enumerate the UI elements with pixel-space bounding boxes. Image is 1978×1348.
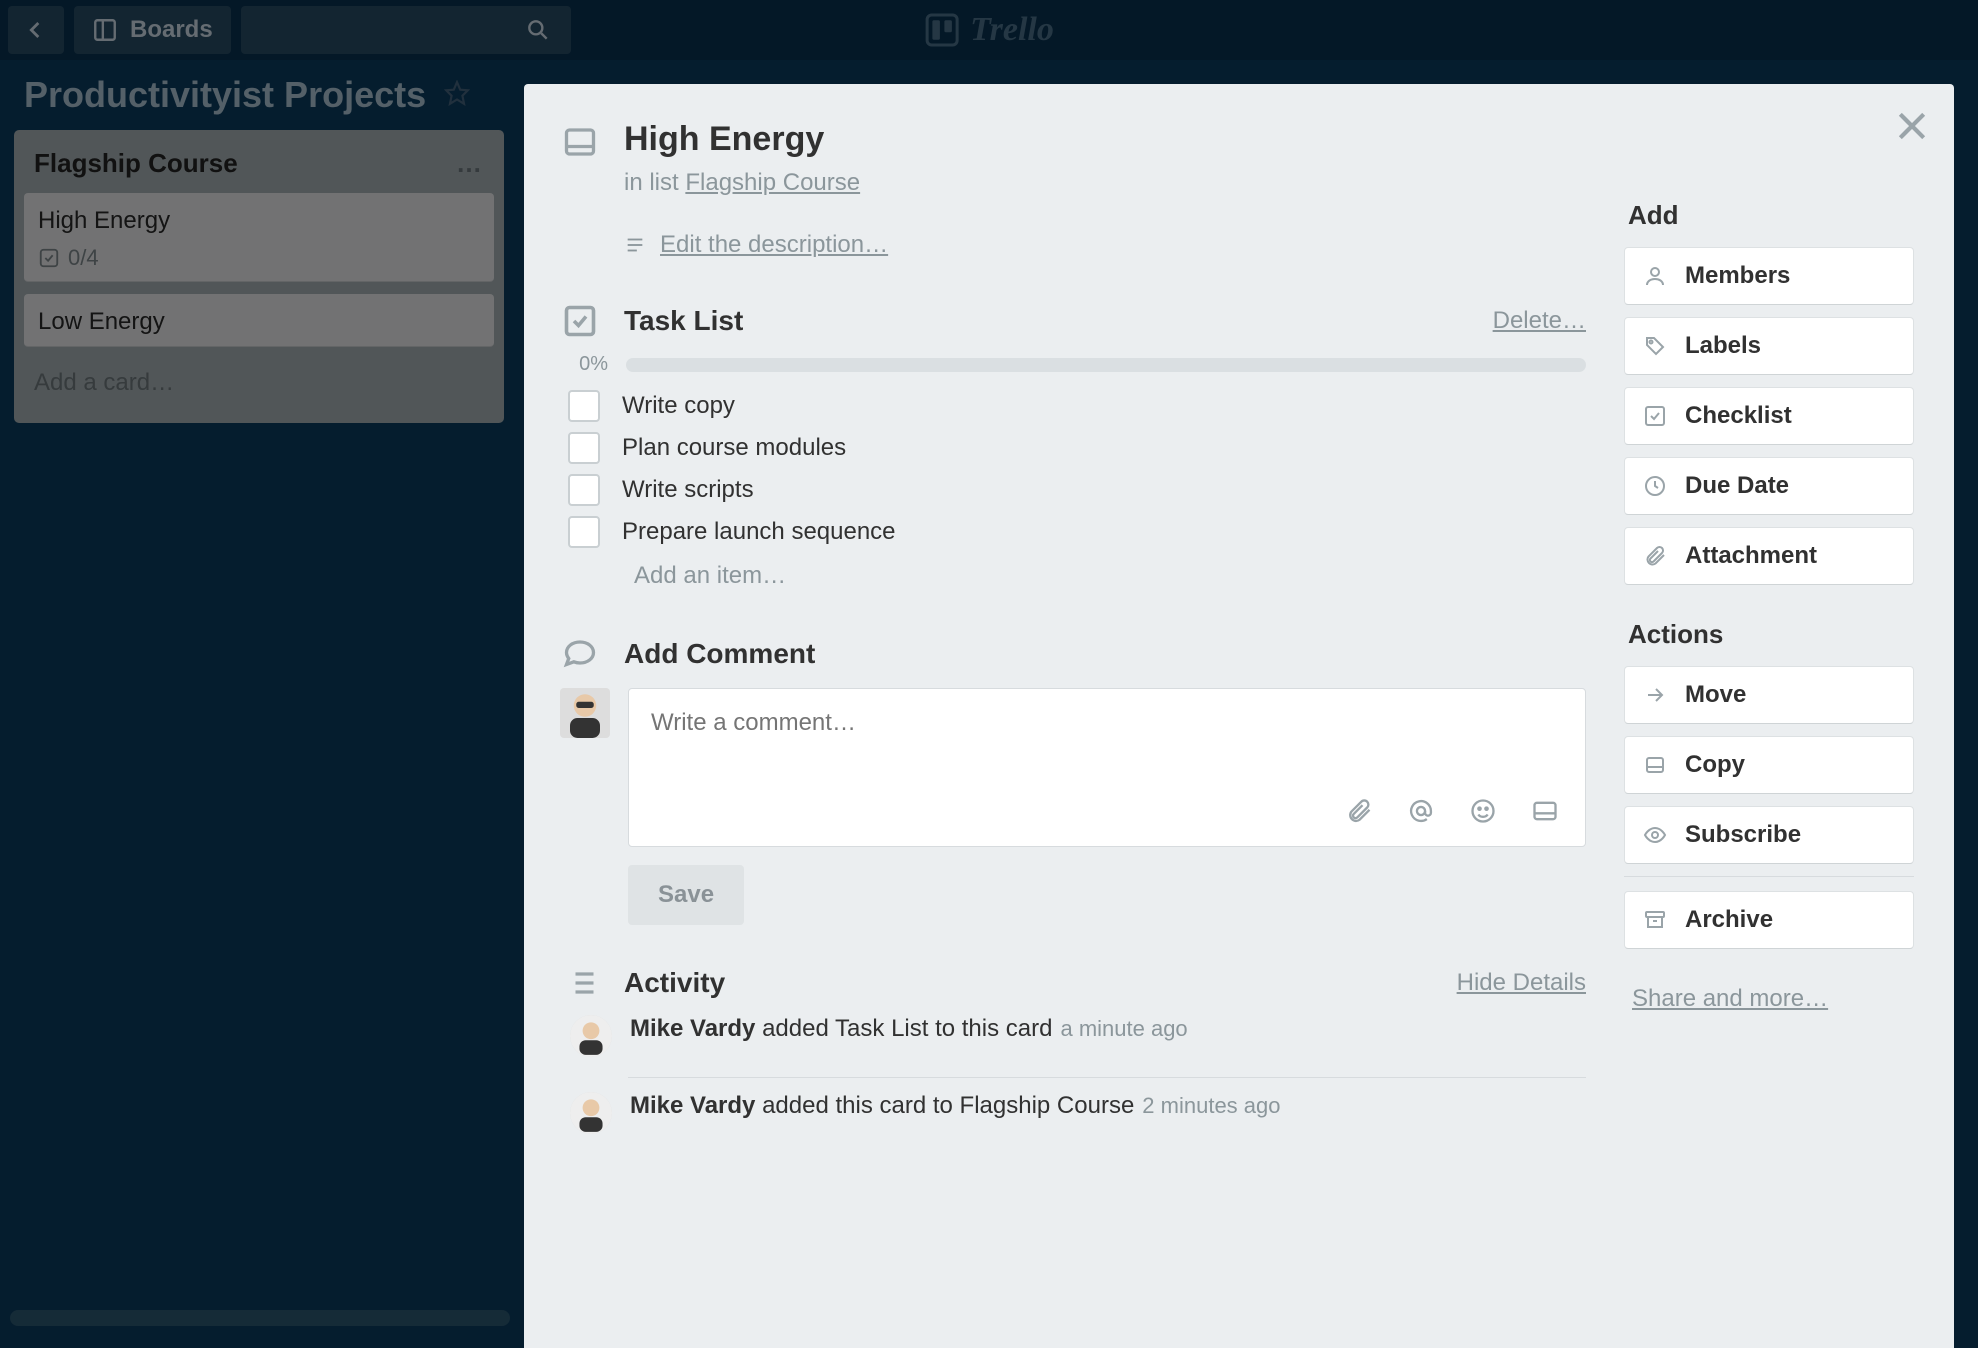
modal-card-title[interactable]: High Energy (624, 120, 860, 159)
checklist-item[interactable]: Prepare launch sequence (568, 516, 1586, 548)
checklist-item[interactable]: Write copy (568, 390, 1586, 422)
delete-checklist[interactable]: Delete… (1493, 307, 1586, 335)
in-list-link[interactable]: Flagship Course (685, 169, 860, 196)
labels-icon (1643, 334, 1667, 358)
checklist-item-label: Prepare launch sequence (622, 518, 896, 546)
user-avatar[interactable] (560, 688, 610, 738)
comment-icon (560, 636, 600, 672)
add-checklist-item[interactable]: Add an item… (634, 562, 1586, 590)
user-avatar[interactable] (570, 1092, 612, 1134)
progress-percent: 0% (560, 353, 608, 376)
checklist-item[interactable]: Write scripts (568, 474, 1586, 506)
emoji-icon[interactable] (1469, 797, 1497, 830)
eye-icon (1643, 823, 1667, 847)
card-type-icon (560, 120, 600, 160)
modal-sidebar: Add Members Labels Checklist Due Date At… (1624, 120, 1914, 1348)
checklist-button[interactable]: Checklist (1624, 387, 1914, 445)
share-and-more[interactable]: Share and more… (1632, 985, 1828, 1013)
progress-bar (626, 358, 1586, 372)
divider (628, 1077, 1586, 1078)
activity-title: Activity (624, 967, 1433, 999)
checklist-checkbox[interactable] (568, 390, 600, 422)
edit-description-label: Edit the description… (660, 231, 888, 259)
hide-details[interactable]: Hide Details (1457, 969, 1586, 997)
checklist-checkbox[interactable] (568, 432, 600, 464)
save-comment-button[interactable]: Save (628, 865, 744, 925)
activity-text: added Task List to this card (755, 1015, 1052, 1042)
modal-main: High Energy in list Flagship Course Edit… (560, 120, 1586, 1348)
arrow-right-icon (1643, 683, 1667, 707)
checklist-title[interactable]: Task List (624, 305, 1469, 337)
copy-icon (1643, 753, 1667, 777)
card-icon[interactable] (1531, 797, 1559, 830)
checklist-icon (1643, 404, 1667, 428)
actions-section-title: Actions (1628, 619, 1914, 650)
subscribe-button[interactable]: Subscribe (1624, 806, 1914, 864)
archive-button[interactable]: Archive (1624, 891, 1914, 949)
activity-time: a minute ago (1060, 1016, 1187, 1041)
attachment-button[interactable]: Attachment (1624, 527, 1914, 585)
clock-icon (1643, 474, 1667, 498)
members-button[interactable]: Members (1624, 247, 1914, 305)
edit-description[interactable]: Edit the description… (624, 231, 1586, 259)
attach-icon[interactable] (1345, 797, 1373, 830)
comment-input[interactable] (629, 689, 1585, 785)
checklist-item-label: Write copy (622, 392, 735, 420)
user-avatar[interactable] (570, 1015, 612, 1057)
activity-item: Mike Vardy added Task List to this card a… (570, 1015, 1586, 1057)
in-list-text: in list Flagship Course (624, 169, 860, 197)
add-section-title: Add (1628, 200, 1914, 231)
checklist-item-label: Plan course modules (622, 434, 846, 462)
copy-button[interactable]: Copy (1624, 736, 1914, 794)
activity-user[interactable]: Mike Vardy (630, 1015, 755, 1042)
close-icon (1892, 106, 1932, 146)
description-icon (624, 234, 646, 256)
activity-user[interactable]: Mike Vardy (630, 1092, 755, 1119)
archive-icon (1643, 908, 1667, 932)
mention-icon[interactable] (1407, 797, 1435, 830)
members-icon (1643, 264, 1667, 288)
activity-icon (560, 965, 600, 1001)
activity-time: 2 minutes ago (1142, 1093, 1280, 1118)
card-modal: High Energy in list Flagship Course Edit… (524, 84, 1954, 1348)
checklist-checkbox[interactable] (568, 516, 600, 548)
divider (1624, 876, 1914, 877)
attachment-icon (1643, 544, 1667, 568)
checklist-checkbox[interactable] (568, 474, 600, 506)
comment-box (628, 688, 1586, 847)
close-button[interactable] (1892, 106, 1932, 151)
activity-text: added this card to Flagship Course (755, 1092, 1134, 1119)
due-date-button[interactable]: Due Date (1624, 457, 1914, 515)
checklist-item[interactable]: Plan course modules (568, 432, 1586, 464)
checklist-icon (560, 303, 600, 339)
labels-button[interactable]: Labels (1624, 317, 1914, 375)
add-comment-title: Add Comment (624, 638, 1586, 670)
activity-item: Mike Vardy added this card to Flagship C… (570, 1092, 1586, 1134)
checklist-item-label: Write scripts (622, 476, 754, 504)
checklist-progress: 0% (560, 353, 1586, 376)
move-button[interactable]: Move (1624, 666, 1914, 724)
